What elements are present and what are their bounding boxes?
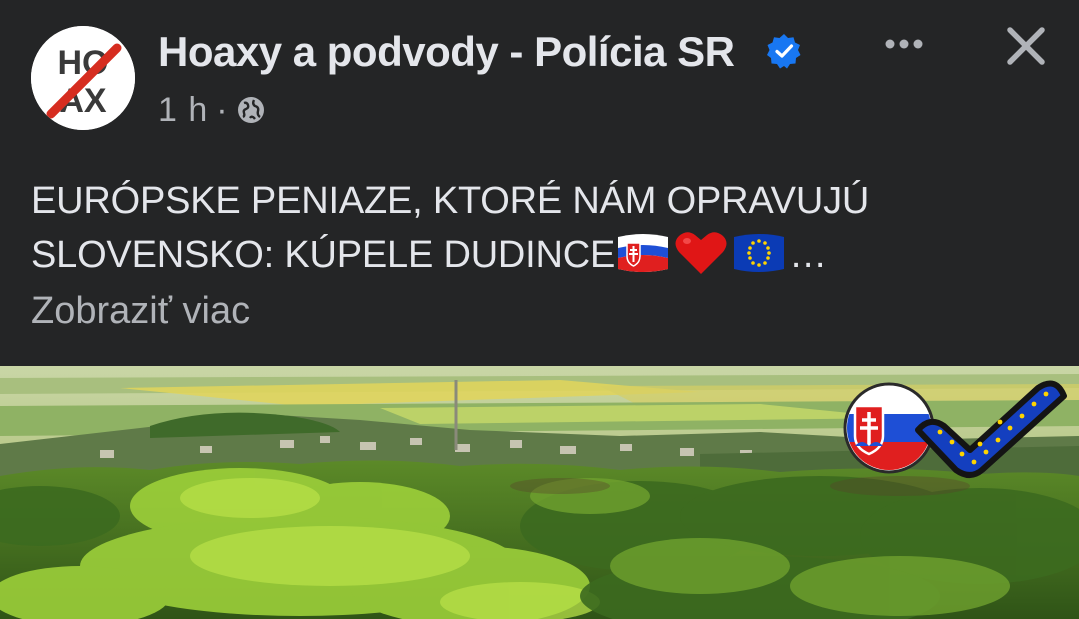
post-timestamp[interactable]: 1 h: [158, 91, 208, 130]
post-meta: 1 h ·: [158, 90, 266, 130]
globe-icon: [237, 97, 264, 123]
post-text-line-1: EURÓPSKE PENIAZE, KTORÉ NÁM OPRAVUJÚ: [31, 180, 870, 222]
verified-badge-icon: [767, 34, 801, 69]
post-text-ellipsis: …: [789, 234, 827, 276]
close-icon: [1007, 27, 1045, 65]
meta-separator: ·: [216, 90, 228, 129]
eu-flag-icon: [734, 234, 785, 272]
more-dots-icon: [885, 39, 923, 49]
hoax-logo-icon: HO AX: [31, 26, 135, 130]
post-image[interactable]: [0, 366, 1079, 619]
page-name[interactable]: Hoaxy a podvody - Polícia SR: [158, 28, 735, 76]
facebook-post: HO AX Hoaxy a podvody - Polícia SR 1 h ·: [0, 0, 1079, 619]
post-text-line-2: SLOVENSKO: KÚPELE DUDINCE …: [31, 228, 1051, 282]
post-text: EURÓPSKE PENIAZE, KTORÉ NÁM OPRAVUJÚ SLO…: [31, 174, 1051, 282]
close-button[interactable]: [998, 18, 1054, 74]
see-more-link[interactable]: Zobraziť viac: [31, 290, 250, 333]
slovakia-flag-icon: [618, 234, 669, 272]
post-text-line-2-content: SLOVENSKO: KÚPELE DUDINCE: [31, 234, 616, 276]
page-avatar[interactable]: HO AX: [31, 26, 135, 130]
more-options-button[interactable]: [872, 20, 936, 68]
red-heart-icon: [675, 232, 727, 274]
landscape-photo: [0, 366, 1079, 619]
